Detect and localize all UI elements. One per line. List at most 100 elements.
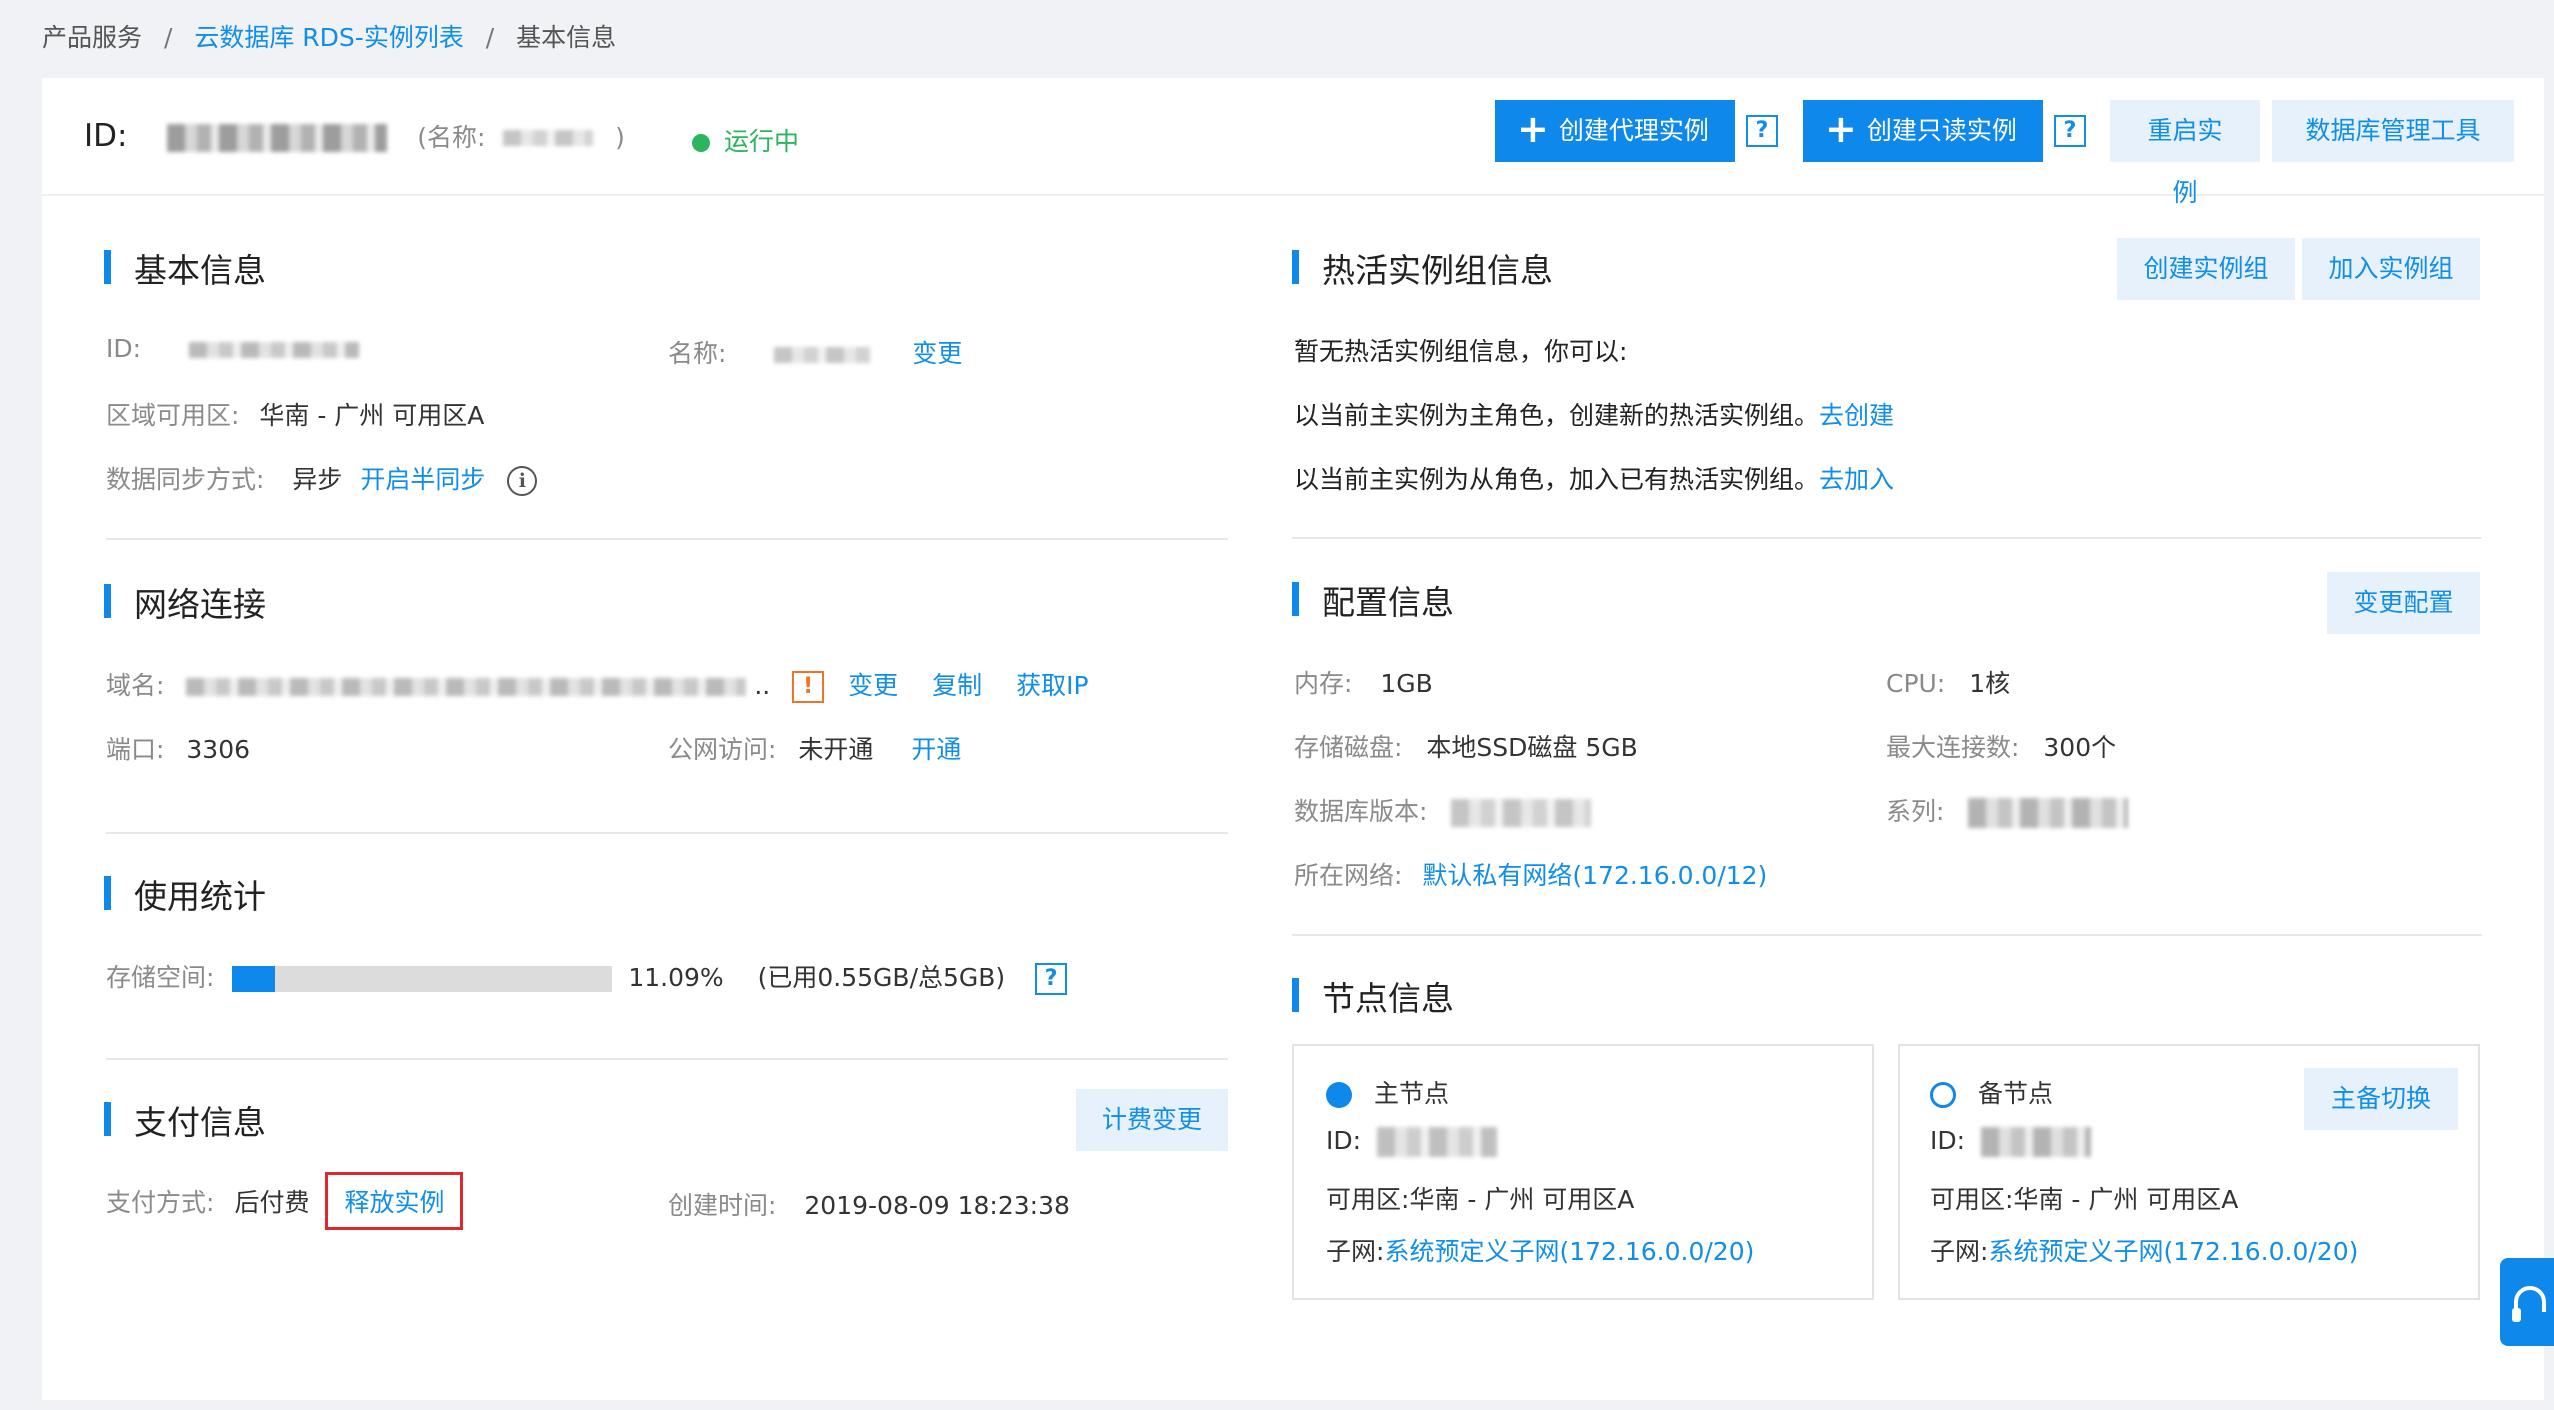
create-group-button[interactable]: 创建实例组: [2117, 238, 2295, 300]
domain-row: 域名: .. ! 变更 复制 获取IP: [106, 666, 1089, 703]
primary-node-header: 主节点: [1326, 1074, 1449, 1110]
standby-node-subnet-link[interactable]: 系统预定义子网(172.16.0.0/20): [1988, 1237, 2358, 1266]
storage-percent: 11.09%: [628, 963, 724, 992]
divider: [106, 538, 1228, 540]
domain-ellipsis: ..: [754, 671, 771, 700]
breadcrumb-separator: /: [485, 23, 495, 52]
disk-value: 本地SSD磁盘 5GB: [1426, 733, 1638, 762]
masked-primary-node-id: [1377, 1127, 1497, 1157]
storage-progress-bar: [232, 966, 613, 992]
header-name-label: (名称:: [417, 123, 486, 152]
public-access-row: 公网访问: 未开通 开通: [668, 730, 961, 766]
max-connections-value: 300个: [2043, 733, 2117, 762]
masked-instance-name: [503, 129, 594, 146]
change-config-button[interactable]: 变更配置: [2327, 572, 2480, 634]
network-title: 网络连接: [104, 578, 266, 626]
primary-node-subnet-link[interactable]: 系统预定义子网(172.16.0.0/20): [1384, 1237, 1754, 1266]
release-instance-link[interactable]: 释放实例: [325, 1172, 464, 1230]
port-value: 3306: [186, 735, 251, 764]
enable-public-access-link[interactable]: 开通: [911, 735, 961, 764]
created-time-value: 2019-08-09 18:23:38: [804, 1191, 1070, 1220]
series-row: 系列:: [1886, 792, 2129, 828]
instance-card: ID: (名称: ) 运行中 + 创建代理实例 ? + 创建只读实例 ? 重启实例 …: [42, 78, 2544, 1400]
primary-node-subnet-row: 子网:系统预定义子网(172.16.0.0/20): [1326, 1232, 1754, 1268]
basic-name-row: 名称: 变更: [668, 334, 962, 370]
masked-instance-id: [167, 123, 388, 152]
status-text: 运行中: [724, 127, 800, 156]
nodes-title: 节点信息: [1292, 972, 1454, 1020]
create-proxy-label: 创建代理实例: [1558, 116, 1709, 145]
basic-id-label: ID:: [106, 334, 142, 363]
standby-node-card: 备节点 主备切换 ID: 可用区:华南 - 广州 可用区A 子网:系统预定义子网…: [1898, 1044, 2480, 1300]
customer-service-button[interactable]: [2500, 1258, 2554, 1346]
enable-semi-sync-link[interactable]: 开启半同步: [360, 465, 485, 494]
join-group-button[interactable]: 加入实例组: [2302, 238, 2480, 300]
storage-label: 存储空间:: [106, 963, 215, 992]
vpc-label: 所在网络:: [1294, 861, 1403, 890]
storage-row: 存储空间: 11.09% (已用0.55GB/总5GB) ?: [106, 958, 1068, 995]
primary-node-card: 主节点 ID: 可用区:华南 - 广州 可用区A 子网:系统预定义子网(172.…: [1292, 1044, 1874, 1300]
divider: [1292, 934, 2482, 936]
payment-method-label: 支付方式:: [106, 1188, 215, 1217]
warning-icon[interactable]: !: [792, 671, 825, 703]
standby-node-zone-row: 可用区:华南 - 广州 可用区A: [1930, 1180, 2238, 1216]
storage-progress-fill: [232, 966, 275, 992]
breadcrumb-instance-list[interactable]: 云数据库 RDS-实例列表: [194, 23, 463, 52]
hotgroup-join-row: 以当前主实例为从角色，加入已有热活实例组。去加入: [1294, 460, 1894, 496]
domain-label: 域名:: [106, 671, 165, 700]
max-connections-label: 最大连接数:: [1886, 733, 2020, 762]
masked-domain: [186, 678, 747, 696]
memory-row: 内存: 1GB: [1294, 664, 1433, 700]
config-title: 配置信息: [1292, 576, 1454, 624]
create-readonly-label: 创建只读实例: [1866, 116, 2017, 145]
create-readonly-button[interactable]: + 创建只读实例: [1803, 100, 2043, 162]
create-proxy-button[interactable]: + 创建代理实例: [1495, 100, 1735, 162]
plus-icon: +: [1825, 107, 1857, 151]
info-icon[interactable]: i: [507, 466, 538, 496]
go-join-link[interactable]: 去加入: [1819, 465, 1894, 494]
get-ip-link[interactable]: 获取IP: [1016, 671, 1088, 700]
basic-id-row: ID:: [106, 334, 359, 363]
divider: [106, 832, 1228, 834]
primary-node-subnet-label: 子网:: [1326, 1237, 1385, 1266]
basic-change-link[interactable]: 变更: [912, 339, 962, 368]
db-management-tool-button[interactable]: 数据库管理工具: [2272, 100, 2514, 162]
created-time-label: 创建时间:: [668, 1191, 777, 1220]
hotgroup-create-text: 以当前主实例为主角色，创建新的热活实例组。: [1294, 401, 1820, 430]
primary-node-zone-label: 可用区:: [1326, 1185, 1410, 1214]
help-icon[interactable]: ?: [1035, 963, 1068, 995]
masked-standby-node-id: [1981, 1127, 2091, 1157]
domain-copy-link[interactable]: 复制: [932, 671, 982, 700]
help-icon[interactable]: ?: [2054, 115, 2086, 147]
memory-value: 1GB: [1380, 669, 1433, 698]
hotgroup-title: 热活实例组信息: [1292, 244, 1553, 292]
breadcrumb-products[interactable]: 产品服务: [42, 23, 142, 52]
primary-node-zone-row: 可用区:华南 - 广州 可用区A: [1326, 1180, 1634, 1216]
status-dot-icon: [692, 134, 710, 152]
help-icon[interactable]: ?: [1746, 115, 1778, 147]
usage-title: 使用统计: [104, 870, 266, 918]
masked-id: [189, 342, 359, 358]
primary-node-zone-value: 华南 - 广州 可用区A: [1409, 1185, 1635, 1214]
basic-info-title: 基本信息: [104, 244, 266, 292]
port-row: 端口: 3306: [106, 730, 250, 766]
restart-instance-button[interactable]: 重启实例: [2110, 100, 2260, 207]
plus-icon: +: [1517, 107, 1549, 151]
radio-filled-icon: [1326, 1082, 1352, 1108]
payment-method-row: 支付方式: 后付费 释放实例: [106, 1172, 464, 1230]
billing-change-button[interactable]: 计费变更: [1076, 1089, 1228, 1151]
go-create-link[interactable]: 去创建: [1819, 401, 1894, 430]
cpu-value: 1核: [1969, 669, 2011, 698]
storage-detail: (已用0.55GB/总5GB): [757, 963, 1006, 992]
vpc-link[interactable]: 默认私有网络(172.16.0.0/12): [1422, 861, 1767, 890]
masked-name: [774, 347, 871, 363]
status-indicator: 运行中: [692, 122, 799, 158]
domain-change-link[interactable]: 变更: [848, 671, 898, 700]
standby-node-zone-label: 可用区:: [1930, 1185, 2014, 1214]
vpc-row: 所在网络: 默认私有网络(172.16.0.0/12): [1294, 856, 1767, 892]
failover-switch-button[interactable]: 主备切换: [2304, 1068, 2458, 1130]
standby-node-subnet-label: 子网:: [1930, 1237, 1989, 1266]
masked-series: [1968, 798, 2129, 828]
standby-node-header: 备节点: [1930, 1074, 2053, 1110]
divider: [1292, 537, 2482, 539]
